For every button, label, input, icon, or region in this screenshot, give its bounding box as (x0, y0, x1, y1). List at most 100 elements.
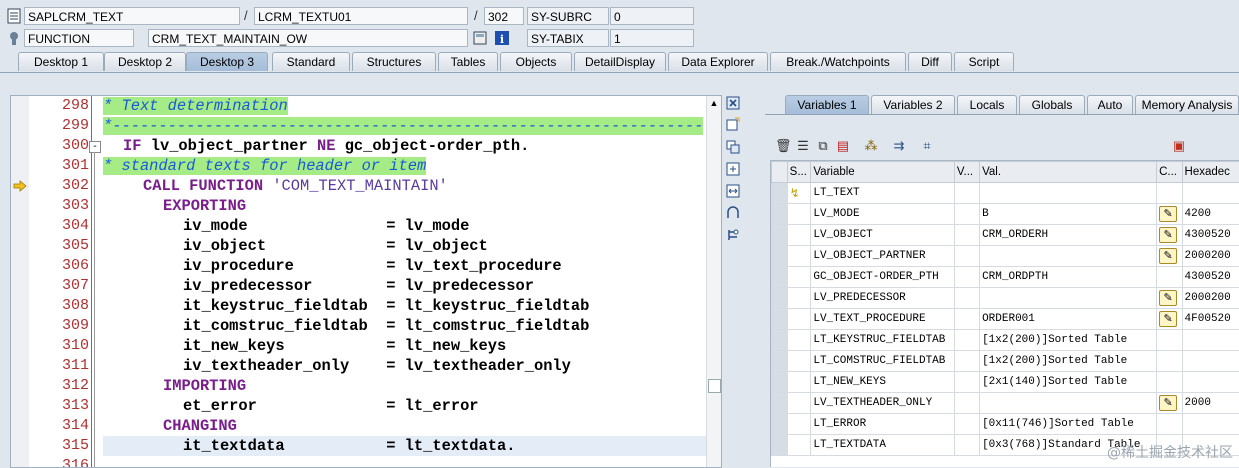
row-selector[interactable] (772, 372, 788, 393)
close-icon[interactable] (724, 96, 742, 114)
table-row[interactable]: LT_KEYSTRUC_FIELDTAB [1x2(200)]Sorted Tab… (772, 330, 1239, 351)
table-row[interactable]: GC_OBJECT-ORDER_PTHCRM_ORDPTH4300520 (772, 267, 1239, 288)
variable-value[interactable]: [1x2(200)]Sorted Table (980, 330, 1157, 351)
copy-tool-icon[interactable] (724, 140, 742, 158)
edit-pencil-icon[interactable]: ✎ (1159, 395, 1177, 411)
tab-data-explorer[interactable]: Data Explorer (668, 52, 768, 71)
variable-name[interactable]: LV_TEXTHEADER_ONLY (811, 393, 955, 414)
tab-locals[interactable]: Locals (957, 95, 1017, 114)
row-selector[interactable] (772, 204, 788, 225)
tab-structures[interactable]: Structures (352, 52, 436, 71)
variable-name[interactable]: LT_NEW_KEYS (811, 372, 955, 393)
variable-name[interactable]: LV_MODE (811, 204, 955, 225)
table-row[interactable]: LT_NEW_KEYS [2x1(140)]Sorted Table (772, 372, 1239, 393)
table-row[interactable]: LV_TEXTHEADER_ONLY✎2000 (772, 393, 1239, 414)
list-icon[interactable]: ☰ (795, 138, 811, 154)
calculator-icon[interactable] (472, 30, 488, 46)
row-selector[interactable] (772, 435, 788, 456)
program-field[interactable]: SAPLCRM_TEXT (24, 7, 240, 25)
table-row[interactable]: ↯LT_TEXT (772, 183, 1239, 204)
variable-value[interactable]: [2x1(140)]Sorted Table (980, 372, 1157, 393)
type-field[interactable]: FUNCTION (24, 29, 134, 47)
tab-detaildisplay[interactable]: DetailDisplay (574, 52, 666, 71)
table-row[interactable]: LV_TEXT_PROCEDUREORDER001✎4F00520 (772, 309, 1239, 330)
tab-memory-analysis[interactable]: Memory Analysis (1135, 95, 1239, 114)
editor-scrollbar[interactable]: ▲ (706, 96, 721, 467)
table-row[interactable]: LV_OBJECT_PARTNER✎2000200 (772, 246, 1239, 267)
services-icon[interactable] (724, 206, 742, 224)
tab-desktop-1[interactable]: Desktop 1 (18, 52, 104, 71)
breakpoint-gutter[interactable] (11, 96, 30, 467)
info-icon[interactable]: i (494, 30, 510, 46)
tab-desktop-2[interactable]: Desktop 2 (104, 52, 186, 71)
row-selector[interactable] (772, 246, 788, 267)
row-selector[interactable] (772, 414, 788, 435)
edit-pencil-icon[interactable]: ✎ (1159, 311, 1177, 327)
new-tool-icon[interactable] (724, 117, 742, 135)
table-row[interactable]: LV_OBJECTCRM_ORDERH✎4300520 (772, 225, 1239, 246)
variable-name[interactable]: LV_PREDECESSOR (811, 288, 955, 309)
row-selector[interactable] (772, 183, 788, 204)
row-selector[interactable] (772, 225, 788, 246)
tab-script[interactable]: Script (954, 52, 1014, 71)
edit-pencil-icon[interactable]: ✎ (1159, 248, 1177, 264)
variable-name[interactable]: LV_OBJECT (811, 225, 955, 246)
filter-icon[interactable]: ▤ (835, 138, 851, 154)
grid-icon[interactable]: ⁂ (863, 138, 879, 154)
navigate-icon[interactable]: ⇉ (891, 138, 907, 154)
col-v[interactable]: V... (954, 162, 979, 183)
col-value[interactable]: Val. (980, 162, 1157, 183)
table-row[interactable]: LT_ERROR [0x11(746)]Sorted Table (772, 414, 1239, 435)
variable-name[interactable]: LT_ERROR (811, 414, 955, 435)
copy-icon[interactable]: ⧉ (815, 138, 831, 154)
row-selector[interactable] (772, 267, 788, 288)
variable-value[interactable] (980, 288, 1157, 309)
variable-name[interactable]: LT_TEXTDATA (811, 435, 955, 456)
row-selector[interactable] (772, 309, 788, 330)
col-c[interactable]: C... (1157, 162, 1182, 183)
variable-value[interactable]: [0x11(746)]Sorted Table (980, 414, 1157, 435)
include-field[interactable]: LCRM_TEXTU01 (254, 7, 468, 25)
row-selector[interactable] (772, 288, 788, 309)
edit-pencil-icon[interactable]: ✎ (1159, 206, 1177, 222)
col-variable[interactable]: Variable (811, 162, 955, 183)
tab-breakpoints[interactable]: Break./Watchpoints (770, 52, 906, 71)
row-selector[interactable] (772, 330, 788, 351)
select-icon[interactable]: ⌗ (919, 138, 935, 154)
row-selector[interactable] (772, 393, 788, 414)
delete-icon[interactable]: 🗑 (775, 138, 791, 154)
variable-name[interactable]: GC_OBJECT-ORDER_PTH (811, 267, 955, 288)
variable-value[interactable]: [1x2(200)]Sorted Table (980, 351, 1157, 372)
variable-name[interactable]: LT_KEYSTRUC_FIELDTAB (811, 330, 955, 351)
function-name-field[interactable]: CRM_TEXT_MAINTAIN_OW (148, 29, 468, 47)
maximize-icon[interactable] (724, 162, 742, 180)
save-icon[interactable]: ▣ (1171, 138, 1187, 154)
tab-globals[interactable]: Globals (1019, 95, 1085, 114)
source-editor[interactable]: 298 299 300 301 302 303 304 305 306 307 … (10, 95, 722, 468)
row-selector[interactable] (772, 351, 788, 372)
variable-value[interactable]: ORDER001 (980, 309, 1157, 330)
variable-value[interactable]: CRM_ORDERH (980, 225, 1157, 246)
fold-toggle-icon[interactable]: - (89, 141, 101, 153)
settings-icon[interactable] (724, 228, 742, 246)
variable-name[interactable]: LT_TEXT (811, 183, 955, 204)
col-hex[interactable]: Hexadec (1182, 162, 1239, 183)
tab-variables-2[interactable]: Variables 2 (871, 95, 955, 114)
variable-value[interactable] (980, 183, 1157, 204)
tab-desktop-3[interactable]: Desktop 3 (186, 52, 268, 71)
variable-name[interactable]: LT_COMSTRUC_FIELDTAB (811, 351, 955, 372)
line-field[interactable]: 302 (484, 7, 524, 25)
variable-value[interactable]: B (980, 204, 1157, 225)
edit-pencil-icon[interactable]: ✎ (1159, 227, 1177, 243)
tab-tables[interactable]: Tables (438, 52, 498, 71)
scroll-thumb[interactable] (708, 379, 721, 393)
table-row[interactable]: LV_PREDECESSOR✎2000200 (772, 288, 1239, 309)
table-row[interactable]: LV_MODEB✎4200 (772, 204, 1239, 225)
col-s[interactable]: S... (787, 162, 811, 183)
variable-value[interactable] (980, 393, 1157, 414)
variable-name[interactable]: LV_TEXT_PROCEDURE (811, 309, 955, 330)
table-row[interactable]: LT_COMSTRUC_FIELDTAB [1x2(200)]Sorted Tab… (772, 351, 1239, 372)
tab-standard[interactable]: Standard (272, 52, 350, 71)
swap-icon[interactable] (724, 184, 742, 202)
tab-objects[interactable]: Objects (500, 52, 572, 71)
